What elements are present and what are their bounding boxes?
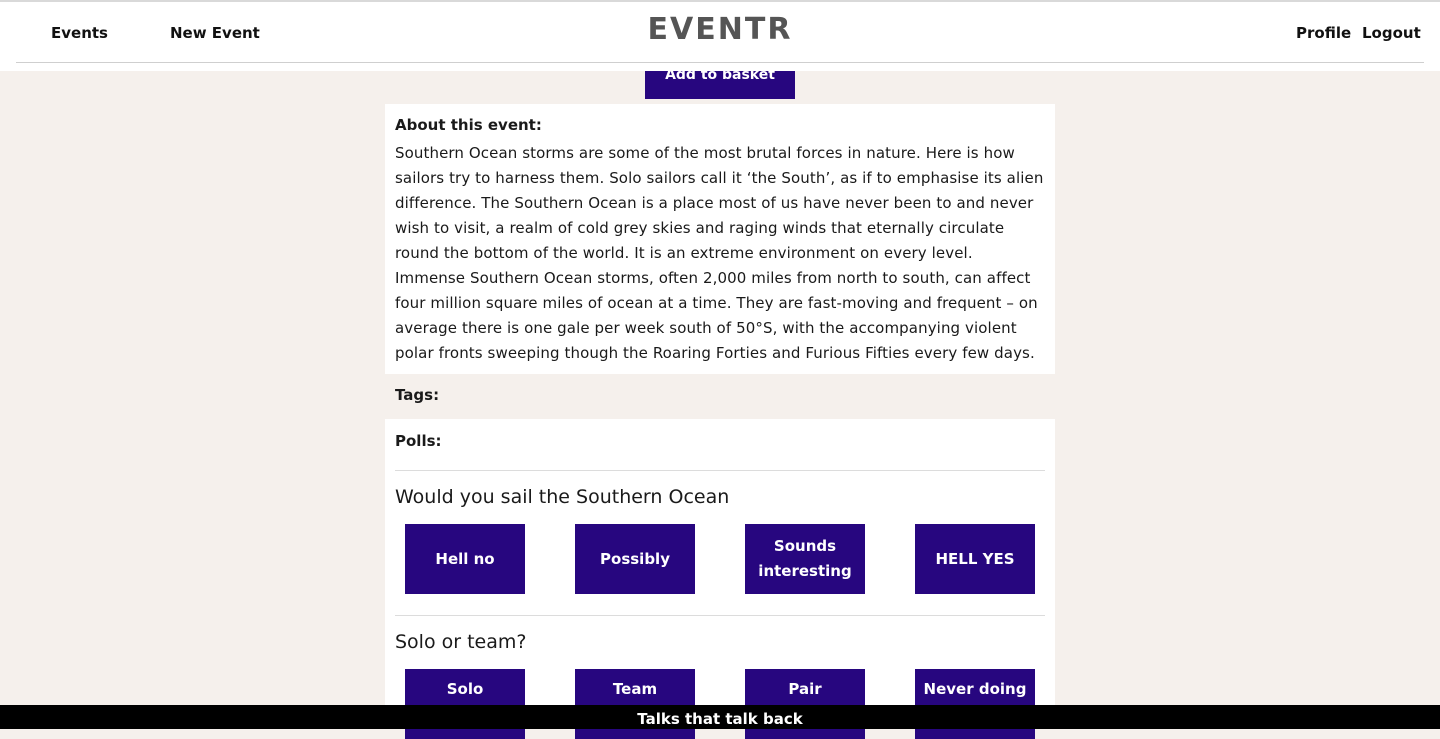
eventr-logo[interactable]: EVENTR — [0, 12, 1440, 47]
poll-question: Would you sail the Southern Ocean — [395, 486, 730, 508]
polls-section: Polls: Would you sail the Southern Ocean… — [385, 419, 1055, 739]
poll-option-button[interactable]: Hell no — [405, 524, 525, 594]
top-navbar: Events New Event EVENTR Profile Logout — [0, 2, 1440, 71]
poll-divider — [395, 470, 1045, 471]
poll-option-button[interactable]: HELL YES — [915, 524, 1035, 594]
about-heading: About this event: — [395, 116, 542, 134]
nav-logout-link[interactable]: Logout — [1362, 24, 1421, 42]
header-divider — [16, 62, 1424, 63]
poll-divider — [395, 615, 1045, 616]
tags-label: Tags: — [395, 386, 440, 404]
about-description: Southern Ocean storms are some of the mo… — [395, 144, 1044, 362]
poll-option-button[interactable]: Possibly — [575, 524, 695, 594]
nav-profile-link[interactable]: Profile — [1296, 24, 1351, 42]
poll-option-button[interactable]: Sounds interesting — [745, 524, 865, 594]
polls-label: Polls: — [395, 432, 442, 450]
about-event-section: About this event: Southern Ocean storms … — [385, 104, 1055, 374]
poll-question: Solo or team? — [395, 631, 527, 653]
footer-bar: Talks that talk back — [0, 705, 1440, 729]
